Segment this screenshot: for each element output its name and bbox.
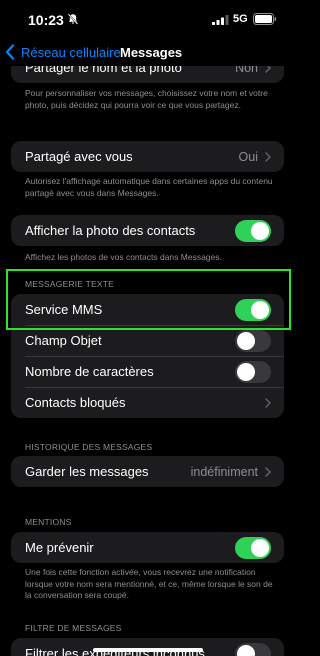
notify-me-label: Me prévenir [25,540,94,555]
section-header-filtering: FILTRE DE MESSAGES [25,623,122,633]
chevron-right-icon [265,151,271,162]
mentions-footnote: Une fois cette fonction activée, vous re… [25,567,273,600]
filtering-card: Filtrer les expéditeurs inconnus [11,638,284,656]
home-indicator [93,648,203,652]
shared-with-you-row[interactable]: Partagé avec vous Oui [11,141,284,172]
shared-with-you-label: Partagé avec vous [25,149,133,164]
share-name-card: Partager le nom et la photo Non [11,66,284,83]
status-time: 10:23 [28,12,64,28]
keep-messages-value: indéfiniment [190,464,258,479]
share-name-value: Non [235,66,258,75]
contact-photos-toggle[interactable] [235,219,271,242]
section-header-mentions: MENTIONS [25,517,72,527]
back-button[interactable]: Réseau cellulaire [21,45,121,60]
shared-with-you-card: Partagé avec vous Oui [11,141,284,172]
contact-photos-footnote: Affichez les photos de vos contacts dans… [25,252,222,262]
share-name-row[interactable]: Partager le nom et la photo Non [11,66,284,83]
mentions-card: Me prévenir [11,532,284,563]
char-count-row: Nombre de caractères [11,356,284,387]
filter-unknown-row: Filtrer les expéditeurs inconnus [11,638,284,656]
chevron-right-icon [265,397,271,408]
page-title: Messages [120,45,183,60]
char-count-label: Nombre de caractères [25,364,154,379]
contact-photos-row: Afficher la photo des contacts [11,215,284,246]
chevron-right-icon [265,66,271,73]
blocked-contacts-row[interactable]: Contacts bloqués [11,387,284,418]
share-name-label: Partager le nom et la photo [25,66,182,75]
shared-with-you-value: Oui [238,149,258,164]
bell-slash-icon [67,13,79,25]
char-count-toggle[interactable] [235,360,271,383]
chevron-right-icon [265,466,271,477]
keep-messages-row[interactable]: Garder les messages indéfiniment [11,456,284,487]
status-bar: 10:23 5G [0,0,297,40]
shared-footnote: Autorisez l'affichage automatique dans c… [25,176,273,198]
contact-photos-label: Afficher la photo des contacts [25,223,196,238]
filter-unknown-toggle[interactable] [235,642,271,656]
nav-bar: Réseau cellulaire Messages [0,40,297,66]
battery-icon [253,13,277,25]
section-header-history: HISTORIQUE DES MESSAGES [25,442,153,452]
history-card: Garder les messages indéfiniment [11,456,284,487]
contact-photos-card: Afficher la photo des contacts [11,215,284,246]
settings-list[interactable]: Partager le nom et la photo Non Pour per… [0,66,297,656]
back-chevron-icon[interactable] [5,44,15,60]
highlight-box [6,269,291,330]
share-name-footnote: Pour personnaliser vos messages, choisis… [25,88,268,110]
subject-field-label: Champ Objet [25,333,102,348]
signal-icon [212,15,229,25]
blocked-contacts-label: Contacts bloqués [25,395,126,410]
network-type: 5G [233,13,248,25]
subject-field-toggle[interactable] [235,329,271,352]
keep-messages-label: Garder les messages [25,464,149,479]
notify-me-row: Me prévenir [11,532,284,563]
notify-me-toggle[interactable] [235,536,271,559]
